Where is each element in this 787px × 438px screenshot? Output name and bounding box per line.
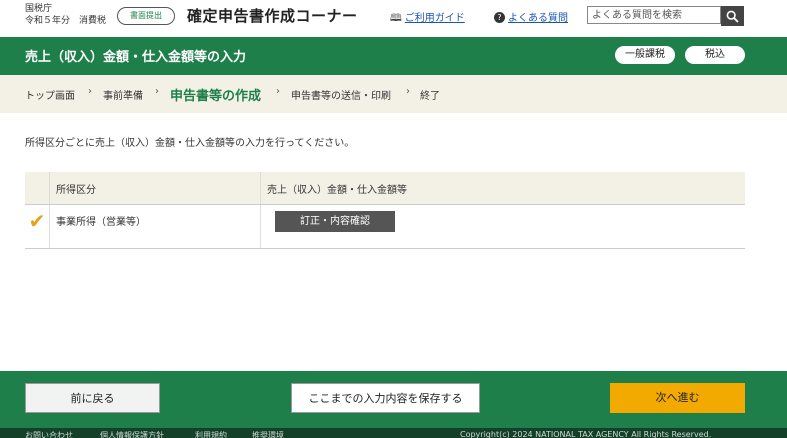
back-button[interactable]: 前に戻る [25, 383, 160, 413]
page-title: 売上（収入）金額・仕入金額等の入力 [25, 50, 247, 65]
action-cell: 訂正・内容確認 [260, 204, 745, 249]
submission-mode-badge: 書面提出 [117, 7, 175, 25]
status-column-header [25, 172, 50, 205]
question-icon: ? [494, 12, 505, 23]
bottom-bar: お問い合わせ 個人情報保護方針 利用規約 推奨環境 Copyright(c) 2… [0, 428, 787, 438]
footer-link-terms[interactable]: 利用規約 [195, 430, 227, 438]
footer-link-contact[interactable]: お問い合わせ [25, 430, 73, 438]
site-header: 国税庁 令和５年分 消費税 書面提出 確定申告書作成コーナー 🕮 ご利用ガイド ?… [0, 0, 787, 36]
category-column-header: 所得区分 [49, 172, 261, 205]
amount-column-header: 売上（収入）金額・仕入金額等 [260, 172, 745, 205]
tax-type-badge: 一般課税 [615, 46, 675, 64]
faq-link[interactable]: ? よくある質問 [494, 9, 568, 24]
guide-link-label: ご利用ガイド [404, 13, 465, 24]
save-progress-button[interactable]: ここまでの入力内容を保存する [291, 383, 480, 413]
guide-link[interactable]: 🕮 ご利用ガイド [390, 9, 465, 28]
edit-confirm-button[interactable]: 訂正・内容確認 [275, 211, 395, 232]
search-icon [726, 10, 739, 23]
checkmark-icon: ✔ [28, 209, 46, 233]
agency-name: 国税庁 [25, 4, 53, 14]
page-titlebar: 売上（収入）金額・仕入金額等の入力 一般課税 税込 [0, 37, 787, 75]
instruction-text: 所得区分ごとに売上（収入）金額・仕入金額等の入力を行ってください。 [25, 138, 355, 149]
book-icon: 🕮 [390, 13, 402, 24]
breadcrumb-end: 終了 [420, 91, 440, 102]
footer-link-environment[interactable]: 推奨環境 [252, 430, 284, 438]
footer-actions: 前に戻る ここまでの入力内容を保存する 次へ進む [0, 371, 787, 428]
chevron-right-icon: › [406, 86, 410, 97]
table-row: ✔ 事業所得（営業等） 訂正・内容確認 [25, 204, 745, 249]
tax-method-badge: 税込 [685, 46, 745, 64]
chevron-right-icon: › [276, 86, 280, 97]
faq-link-label: よくある質問 [508, 13, 568, 24]
faq-search-input[interactable]: よくある質問を検索 [587, 6, 721, 24]
search-button[interactable] [721, 6, 744, 26]
app-title: 確定申告書作成コーナー [187, 7, 358, 25]
table-header-row: 所得区分 売上（収入）金額・仕入金額等 [25, 172, 745, 205]
copyright-text: Copyright(c) 2024 NATIONAL TAX AGENCY Al… [460, 430, 712, 438]
breadcrumb-submit: 申告書等の送信・印刷 [291, 91, 391, 102]
breadcrumb: トップ画面 › 事前準備 › 申告書等の作成 › 申告書等の送信・印刷 › 終了 [0, 75, 787, 113]
next-button[interactable]: 次へ進む [610, 383, 745, 413]
income-category-table: 所得区分 売上（収入）金額・仕入金額等 ✔ 事業所得（営業等） 訂正・内容確認 [25, 172, 745, 249]
footer-link-privacy[interactable]: 個人情報保護方針 [100, 430, 164, 438]
tax-year-label: 令和５年分 消費税 [25, 16, 107, 26]
breadcrumb-current: 申告書等の作成 [170, 89, 262, 104]
category-cell: 事業所得（営業等） [49, 204, 261, 249]
status-cell: ✔ [25, 204, 50, 249]
breadcrumb-top: トップ画面 [25, 91, 75, 102]
breadcrumb-preparation: 事前準備 [103, 91, 143, 102]
chevron-right-icon: › [88, 86, 92, 97]
agency-info: 国税庁 令和５年分 消費税 [25, 3, 106, 27]
chevron-right-icon: › [155, 86, 159, 97]
